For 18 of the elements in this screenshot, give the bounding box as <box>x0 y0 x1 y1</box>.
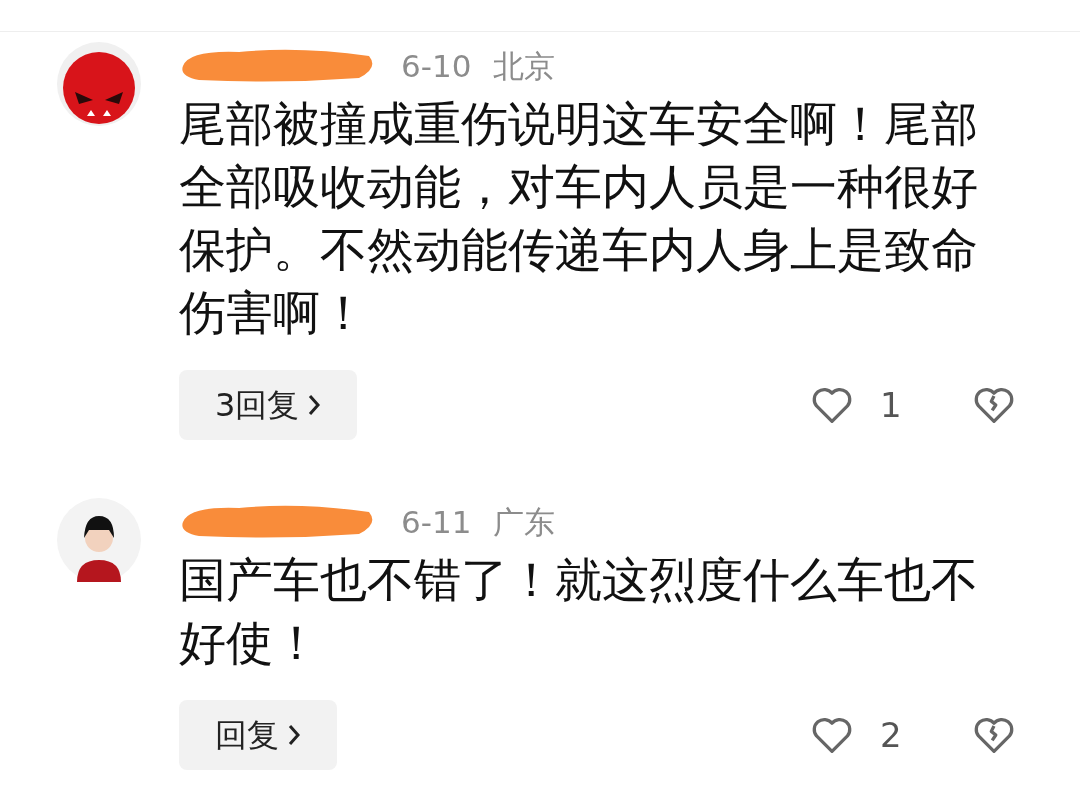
comment-text: 尾部被撞成重伤说明这车安全啊！尾部全部吸收动能，对车内人员是一种很好保护。不然动能传递车内人身上是致命伤害啊！ <box>179 95 979 342</box>
comment-location: 广东 <box>493 502 556 542</box>
comment-date: 6-10 <box>401 46 472 86</box>
chevron-right-icon <box>307 393 322 417</box>
like-count: 1 <box>880 383 903 427</box>
avatar-icon[interactable] <box>57 42 141 126</box>
avatar-icon[interactable] <box>57 498 141 582</box>
replies-button[interactable]: 3回复 <box>179 370 358 440</box>
comment-text: 国产车也不错了！就这烈度什么车也不好使！ <box>179 551 979 672</box>
replies-button[interactable]: 回复 <box>179 700 337 770</box>
heart-icon[interactable] <box>810 715 854 755</box>
comment-location: 北京 <box>493 46 556 86</box>
like-count: 2 <box>880 713 903 757</box>
broken-heart-icon[interactable] <box>972 715 1016 755</box>
comment-date: 6-11 <box>401 502 472 542</box>
chevron-right-icon <box>287 723 301 747</box>
heart-icon[interactable] <box>810 385 854 425</box>
broken-heart-icon[interactable] <box>972 385 1016 425</box>
